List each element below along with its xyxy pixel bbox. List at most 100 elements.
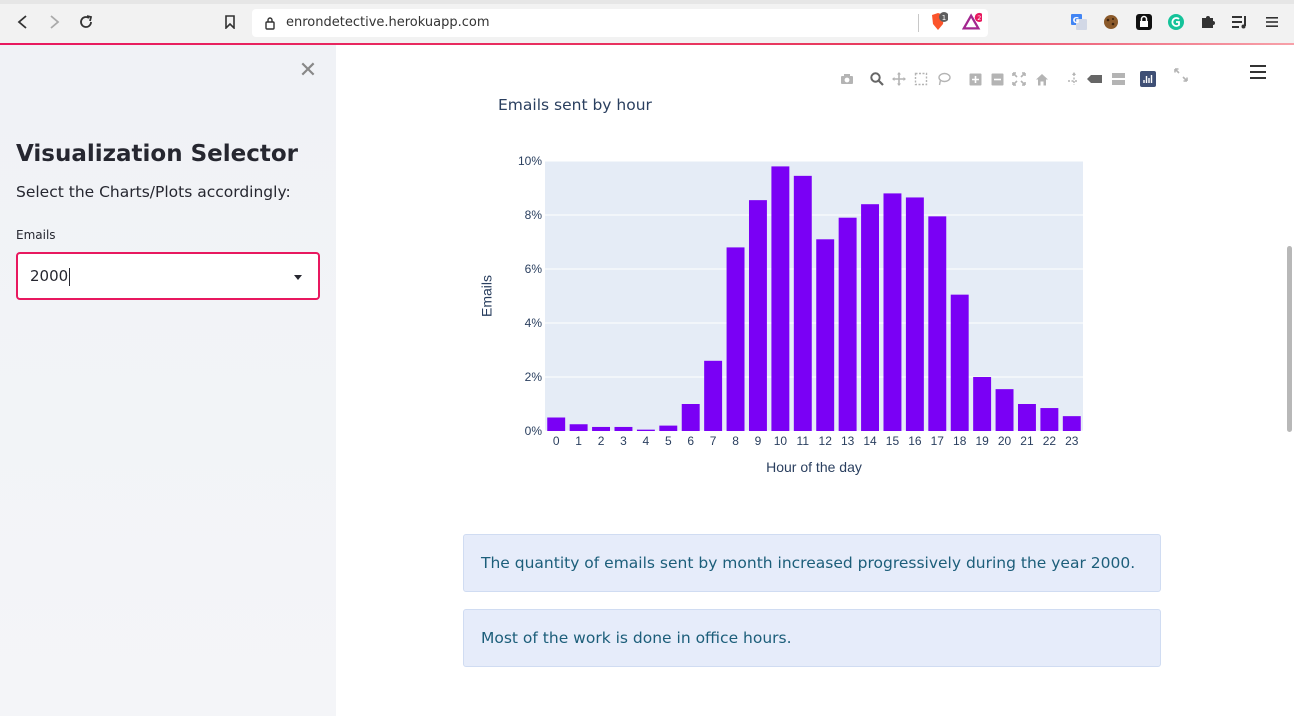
x-tick-label: 9 bbox=[755, 434, 762, 448]
bar-hour-3[interactable] bbox=[614, 426, 633, 431]
x-tick-label: 6 bbox=[687, 434, 694, 448]
tab-strip bbox=[0, 0, 1294, 4]
insight-text-1: The quantity of emails sent by month inc… bbox=[481, 554, 1136, 572]
x-tick-label: 16 bbox=[908, 434, 922, 448]
brave-shields-icon[interactable]: 1 bbox=[928, 12, 948, 32]
bar-hour-18[interactable] bbox=[950, 294, 969, 431]
camera-icon[interactable] bbox=[839, 71, 855, 87]
browser-toolbar: enrondetective.herokuapp.com 1 2 G bbox=[0, 0, 1294, 44]
translate-icon[interactable]: G bbox=[1069, 12, 1089, 32]
sidebar-subtitle: Select the Charts/Plots accordingly: bbox=[16, 183, 291, 201]
bar-hour-21[interactable] bbox=[1017, 404, 1036, 431]
back-icon[interactable] bbox=[12, 11, 34, 33]
y-tick-label: 4% bbox=[525, 316, 543, 330]
autoscale-icon[interactable] bbox=[1011, 71, 1027, 87]
browser-menu-icon[interactable] bbox=[1262, 12, 1282, 32]
x-tick-label: 20 bbox=[998, 434, 1012, 448]
reload-icon[interactable] bbox=[75, 11, 97, 33]
cookie-icon[interactable] bbox=[1101, 12, 1121, 32]
bar-hour-6[interactable] bbox=[681, 404, 700, 431]
chevron-down-icon[interactable] bbox=[294, 275, 302, 280]
select-value[interactable]: 2000 bbox=[30, 267, 71, 286]
lock-icon bbox=[259, 12, 281, 34]
zoom-in-icon[interactable] bbox=[967, 71, 983, 87]
x-tick-label: 19 bbox=[975, 434, 989, 448]
svg-text:G: G bbox=[1073, 16, 1080, 25]
bar-hour-8[interactable] bbox=[726, 247, 745, 431]
select-label: Emails bbox=[16, 228, 56, 242]
x-tick-label: 8 bbox=[732, 434, 739, 448]
y-axis-label: Emails bbox=[479, 275, 495, 317]
bar-hour-15[interactable] bbox=[883, 193, 902, 431]
zoom-icon[interactable] bbox=[869, 71, 885, 87]
x-tick-label: 5 bbox=[665, 434, 672, 448]
bar-hour-13[interactable] bbox=[838, 217, 857, 431]
x-tick-label: 18 bbox=[953, 434, 967, 448]
bar-hour-1[interactable] bbox=[569, 424, 588, 431]
scrollbar[interactable] bbox=[1287, 246, 1292, 432]
text-caret bbox=[69, 267, 71, 286]
box-select-icon[interactable] bbox=[913, 71, 929, 87]
bar-hour-7[interactable] bbox=[704, 360, 723, 431]
x-tick-label: 15 bbox=[886, 434, 900, 448]
bar-hour-2[interactable] bbox=[592, 426, 611, 431]
bar-hour-12[interactable] bbox=[816, 239, 835, 431]
urlbar-divider bbox=[918, 14, 919, 32]
bookmark-icon[interactable] bbox=[219, 11, 241, 33]
fullscreen-icon[interactable] bbox=[1173, 67, 1189, 83]
bar-hour-14[interactable] bbox=[861, 204, 880, 431]
forward-icon[interactable] bbox=[43, 11, 65, 33]
extensions-puzzle-icon[interactable] bbox=[1198, 12, 1218, 32]
zoom-out-icon[interactable] bbox=[989, 71, 1005, 87]
x-tick-label: 10 bbox=[774, 434, 788, 448]
extension-lock-icon[interactable] bbox=[1134, 12, 1154, 32]
bar-hour-23[interactable] bbox=[1062, 416, 1081, 431]
chart-title: Emails sent by hour bbox=[498, 96, 652, 114]
y-tick-label: 10% bbox=[518, 154, 542, 168]
app-menu-icon[interactable] bbox=[1250, 65, 1266, 79]
y-tick-label: 2% bbox=[525, 370, 543, 384]
x-tick-label: 22 bbox=[1043, 434, 1057, 448]
bar-hour-17[interactable] bbox=[928, 216, 947, 431]
emails-select[interactable]: 2000 bbox=[16, 252, 320, 300]
hover-compare-icon[interactable] bbox=[1110, 71, 1126, 87]
bar-hour-5[interactable] bbox=[659, 425, 678, 431]
x-axis-label: Hour of the day bbox=[766, 459, 862, 475]
x-tick-label: 13 bbox=[841, 434, 855, 448]
x-tick-label: 14 bbox=[863, 434, 877, 448]
hover-closest-icon[interactable] bbox=[1087, 71, 1103, 87]
pan-icon[interactable] bbox=[891, 71, 907, 87]
x-tick-label: 1 bbox=[575, 434, 582, 448]
home-icon[interactable] bbox=[1034, 71, 1050, 87]
bar-hour-0[interactable] bbox=[547, 417, 566, 432]
bar-hour-19[interactable] bbox=[973, 377, 992, 431]
bar-hour-11[interactable] bbox=[793, 175, 812, 431]
x-tick-label: 0 bbox=[553, 434, 560, 448]
media-queue-icon[interactable] bbox=[1230, 12, 1250, 32]
bar-chart: 0%2%4%6%8%10% 0 1 2 3 4 5 6 7 8 9 10 11 12 13 14 15 16 17… bbox=[479, 154, 1083, 475]
bar-hour-20[interactable] bbox=[995, 389, 1014, 431]
y-tick-label: 8% bbox=[525, 208, 543, 222]
bar-hour-16[interactable] bbox=[905, 197, 924, 431]
select-value-text: 2000 bbox=[30, 267, 69, 285]
bar-hour-9[interactable] bbox=[748, 200, 767, 431]
bar-hour-10[interactable] bbox=[771, 166, 790, 431]
shields-badge: 1 bbox=[942, 14, 946, 22]
y-tick-label: 0% bbox=[525, 424, 543, 438]
spike-lines-icon[interactable] bbox=[1064, 71, 1080, 87]
lasso-select-icon[interactable] bbox=[936, 71, 952, 87]
bar-hour-22[interactable] bbox=[1040, 408, 1059, 431]
grammarly-icon[interactable] bbox=[1166, 12, 1186, 32]
sidebar: ✕ Visualization Selector Select the Char… bbox=[0, 45, 336, 716]
rewards-badge: 2 bbox=[977, 15, 981, 22]
bar-hour-4[interactable] bbox=[636, 429, 655, 431]
sidebar-title: Visualization Selector bbox=[16, 141, 299, 167]
x-tick-label: 12 bbox=[819, 434, 833, 448]
x-tick-label: 2 bbox=[598, 434, 605, 448]
plotly-logo-icon[interactable] bbox=[1140, 71, 1156, 87]
url-text[interactable]: enrondetective.herokuapp.com bbox=[286, 15, 490, 30]
close-icon[interactable]: ✕ bbox=[298, 60, 318, 82]
brave-rewards-icon[interactable]: 2 bbox=[962, 12, 982, 32]
x-tick-label: 4 bbox=[643, 434, 650, 448]
x-tick-label: 23 bbox=[1065, 434, 1079, 448]
